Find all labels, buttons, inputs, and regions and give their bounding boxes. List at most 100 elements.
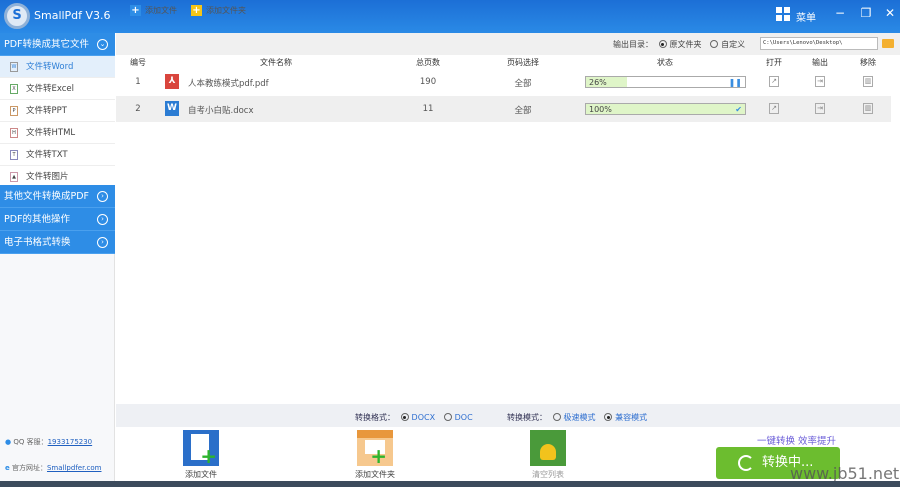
file-name: 自考小白贴.docx (188, 106, 254, 116)
output-dir-options: 输出目录： 原文件夹 自定义 (613, 39, 745, 50)
image-icon: ▲ (10, 172, 18, 182)
progress-bar: 100% ✔ (585, 103, 746, 115)
qq-label: QQ 客服： (13, 438, 48, 446)
txt-icon: T (10, 150, 18, 160)
options-bar: 转换格式： DOCX DOC 转换模式： 极速模式 兼容模式 (116, 404, 900, 427)
row-no: 1 (135, 77, 141, 87)
plus-icon: + (130, 5, 141, 16)
chevron-right-icon: › (97, 191, 108, 202)
ie-icon: e (5, 464, 10, 472)
item-label: 文件转PPT (26, 106, 67, 116)
radio-source-folder[interactable] (658, 40, 667, 48)
browse-folder-icon[interactable] (882, 39, 894, 48)
spinner-icon (738, 455, 754, 471)
excel-icon: X (10, 84, 18, 94)
menu-button[interactable]: 菜单 (796, 9, 816, 24)
sidebar-item-word[interactable]: W 文件转Word (0, 56, 115, 78)
item-label: 文件转TXT (26, 150, 68, 160)
add-folder-icon: + (357, 430, 393, 466)
label: 自定义 (721, 40, 746, 49)
sidebar: PDF转换成其它文件 ⌄ W 文件转Word X 文件转Excel P 文件转PPT H… (0, 33, 115, 487)
taskbar (0, 481, 900, 487)
qq-link[interactable]: 1933175230 (48, 438, 93, 446)
label: 添加文件 (185, 470, 217, 479)
radio-compat-mode[interactable] (604, 413, 613, 421)
progress-bar: 26% ❚❚ (585, 76, 746, 88)
close-button[interactable]: ✕ (882, 6, 898, 20)
minimize-button[interactable]: − (832, 6, 848, 20)
pause-icon[interactable]: ❚❚ (729, 77, 742, 88)
radio-docx[interactable] (400, 413, 409, 421)
add-file-big-button[interactable]: + 添加文件 (166, 430, 236, 480)
mode-label: 转换模式： (507, 413, 547, 422)
label: 兼容模式 (615, 413, 648, 422)
sidebar-section-other-to-pdf[interactable]: 其他文件转换成PDF › (0, 185, 115, 208)
table-row[interactable]: 1 ⅄ 人本教练模式pdf.pdf 190 全部 26% ❚❚ ↗ ⇥ ▥ (116, 69, 891, 95)
page-range[interactable]: 全部 (514, 77, 531, 89)
restore-button[interactable]: ❐ (858, 6, 874, 20)
file-name: 人本教练模式pdf.pdf (188, 79, 269, 89)
menu-grid-icon[interactable] (776, 7, 790, 21)
table-row[interactable]: 2 W 自考小白贴.docx 11 全部 100% ✔ ↗ ⇥ ▥ (116, 96, 891, 122)
app-title: SmallPdf V3.6 (34, 9, 111, 22)
add-file-icon: + (183, 430, 219, 466)
sidebar-section-pdf-other-ops[interactable]: PDF的其他操作 › (0, 208, 115, 231)
sidebar-item-excel[interactable]: X 文件转Excel (0, 78, 115, 100)
section-label: 电子书格式转换 (4, 237, 71, 248)
html-icon: H (10, 128, 18, 138)
chevron-right-icon: › (97, 214, 108, 225)
label: 清空列表 (532, 470, 564, 479)
radio-fast-mode[interactable] (552, 413, 561, 421)
item-label: 文件转HTML (26, 128, 76, 138)
mode-options: 转换模式： 极速模式 兼容模式 (507, 412, 647, 423)
col-header-output: 输出 (812, 58, 828, 67)
page-count: 11 (422, 104, 434, 114)
output-icon[interactable]: ⇥ (815, 103, 825, 114)
clear-list-button[interactable]: 清空列表 (513, 430, 583, 480)
label: 原文件夹 (669, 40, 702, 49)
col-header-no: 编号 (130, 58, 146, 67)
item-label: 文件转Word (26, 62, 74, 72)
pdf-file-icon: ⅄ (165, 74, 179, 89)
official-site: e 官方网址：Smallpdfer.com (5, 463, 102, 473)
add-file-button[interactable]: + 添加文件 (130, 5, 177, 16)
row-no: 2 (135, 104, 141, 114)
radio-custom[interactable] (710, 40, 719, 48)
add-folder-big-button[interactable]: + 添加文件夹 (340, 430, 410, 480)
output-path-input[interactable]: C:\Users\Lenovo\Desktop\ (760, 37, 878, 50)
trash-icon[interactable]: ▥ (863, 76, 873, 87)
col-header-remove: 移除 (860, 58, 876, 67)
ppt-icon: P (10, 106, 18, 116)
label: 添加文件 (145, 6, 177, 15)
label: 极速模式 (563, 413, 596, 422)
open-icon[interactable]: ↗ (769, 103, 779, 114)
trash-icon[interactable]: ▥ (863, 103, 873, 114)
qq-icon: ● (5, 438, 12, 446)
site-label: 官方网址： (11, 464, 47, 472)
section-label: 其他文件转换成PDF (4, 191, 90, 202)
open-icon[interactable]: ↗ (769, 76, 779, 87)
label: 添加文件夹 (355, 470, 395, 479)
word-file-icon: W (165, 101, 179, 116)
broom-icon (530, 430, 566, 466)
page-range[interactable]: 全部 (514, 104, 531, 116)
slogan: 一键转换 效率提升 (757, 436, 837, 447)
sidebar-item-html[interactable]: H 文件转HTML (0, 122, 115, 144)
qq-support: ● QQ 客服：1933175230 (5, 437, 92, 447)
label: DOC (454, 413, 473, 422)
add-folder-button[interactable]: + 添加文件夹 (191, 5, 246, 16)
sidebar-section-pdf-to-other[interactable]: PDF转换成其它文件 ⌄ (0, 33, 115, 56)
sidebar-item-txt[interactable]: T 文件转TXT (0, 144, 115, 166)
item-label: 文件转图片 (26, 172, 69, 182)
sidebar-item-ppt[interactable]: P 文件转PPT (0, 100, 115, 122)
col-header-name: 文件名称 (260, 58, 292, 67)
output-icon[interactable]: ⇥ (815, 76, 825, 87)
col-header-open: 打开 (766, 58, 782, 67)
label: DOCX (411, 413, 436, 422)
radio-doc[interactable] (443, 413, 452, 421)
folder-plus-icon: + (191, 5, 202, 16)
sidebar-section-ebook[interactable]: 电子书格式转换 › (0, 231, 115, 254)
check-icon: ✔ (735, 105, 742, 114)
site-link[interactable]: Smallpdfer.com (47, 464, 102, 472)
format-options: 转换格式： DOCX DOC (355, 412, 473, 423)
